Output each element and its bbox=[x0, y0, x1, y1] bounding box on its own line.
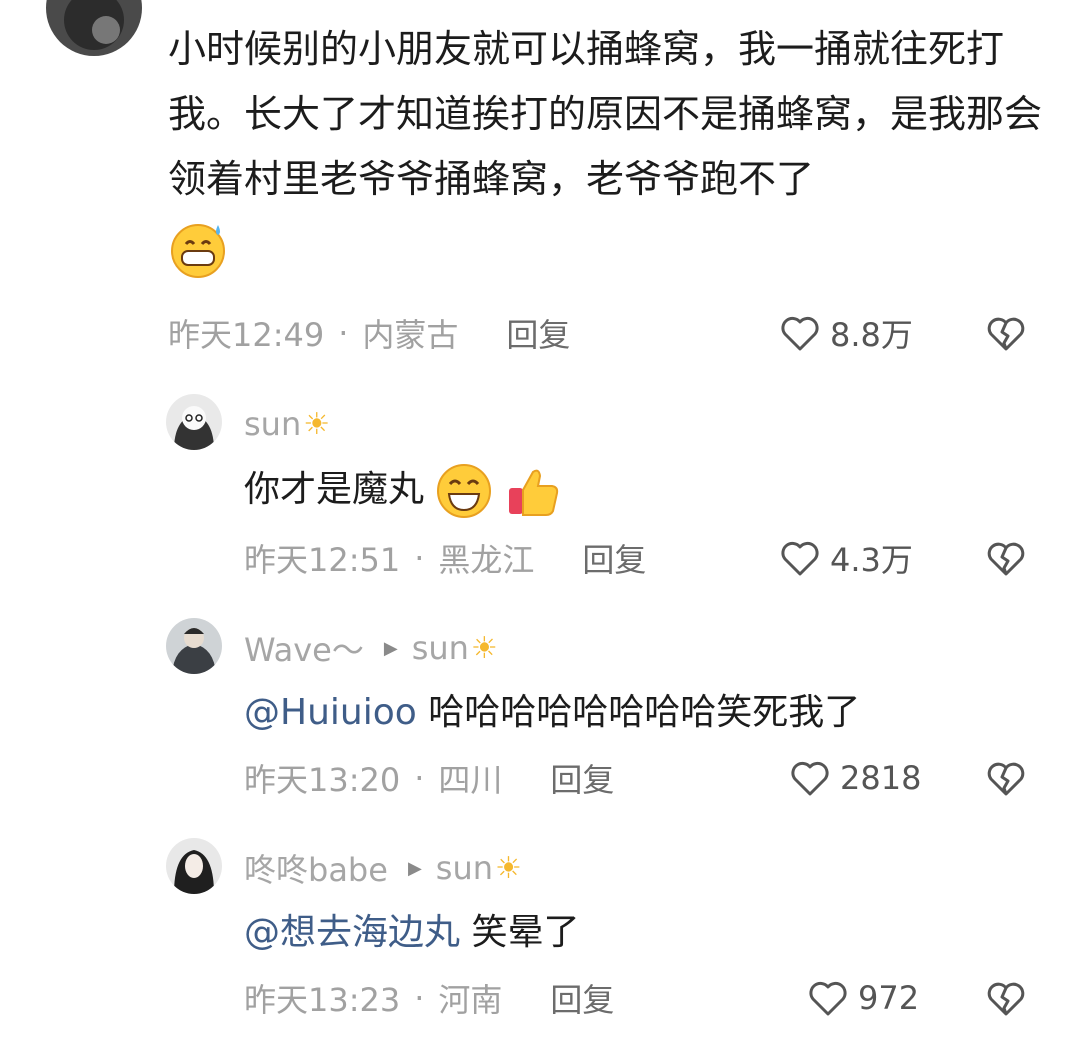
username-label: 咚咚babe bbox=[244, 851, 388, 889]
heart-icon bbox=[781, 541, 819, 576]
reply-location: 黑龙江 bbox=[438, 541, 535, 579]
reply-meta: 昨天13:20 · 四川 回复 bbox=[244, 755, 614, 801]
reply-time: 昨天13:23 bbox=[244, 981, 401, 1019]
like-count: 972 bbox=[858, 979, 920, 1017]
reply-body: 笑晕了 bbox=[471, 912, 580, 953]
heart-icon bbox=[791, 761, 829, 796]
grin-emoji-icon bbox=[435, 462, 493, 520]
broken-heart-icon[interactable] bbox=[985, 758, 1027, 800]
reply-button[interactable]: 回复 bbox=[550, 975, 614, 1021]
reply-to-username: sun bbox=[411, 629, 469, 667]
heart-icon bbox=[781, 316, 819, 351]
broken-heart-icon[interactable] bbox=[985, 313, 1027, 355]
like-button[interactable]: 2818 bbox=[788, 756, 921, 800]
grinning-sweat-emoji-icon bbox=[168, 219, 228, 279]
separator-dot: · bbox=[338, 314, 349, 352]
broken-heart-icon[interactable] bbox=[985, 978, 1027, 1020]
like-count: 2818 bbox=[840, 759, 922, 797]
like-button[interactable]: 4.3万 bbox=[778, 536, 913, 580]
broken-heart-icon[interactable] bbox=[985, 538, 1027, 580]
mention-link[interactable]: @Huiuioo bbox=[244, 692, 417, 733]
mention-link[interactable]: @想去海边丸 bbox=[244, 912, 460, 953]
comment-location: 内蒙古 bbox=[362, 316, 459, 354]
separator-dot: · bbox=[414, 759, 425, 797]
reply-time: 昨天13:20 bbox=[244, 761, 401, 799]
reply-meta: 昨天12:51 · 黑龙江 回复 bbox=[244, 535, 646, 581]
like-count: 8.8万 bbox=[830, 316, 913, 354]
heart-icon bbox=[809, 981, 847, 1016]
reply-text: @想去海边丸 笑晕了 bbox=[244, 908, 579, 958]
avatar[interactable] bbox=[166, 394, 222, 450]
reply-to-username: sun bbox=[435, 849, 494, 887]
separator-dot: · bbox=[414, 979, 425, 1017]
comment-meta: 昨天12:49 · 内蒙古 回复 bbox=[168, 310, 570, 356]
sun-emoji-icon: ☀ bbox=[470, 630, 498, 666]
reply-text: @Huiuioo 哈哈哈哈哈哈哈哈笑死我了 bbox=[244, 688, 860, 738]
reply-button[interactable]: 回复 bbox=[582, 535, 646, 581]
reply-username[interactable]: 咚咚babe ▶ sun ☀ bbox=[244, 848, 522, 889]
reply-button[interactable]: 回复 bbox=[550, 755, 614, 801]
reply-button[interactable]: 回复 bbox=[506, 310, 570, 356]
reply-time: 昨天12:51 bbox=[244, 541, 401, 579]
avatar[interactable] bbox=[46, 0, 142, 56]
reply-username[interactable]: Wave～ ▶ sun ☀ bbox=[244, 628, 498, 669]
like-count: 4.3万 bbox=[830, 541, 913, 579]
thumbs-up-emoji-icon bbox=[505, 462, 563, 520]
reply-arrow-icon: ▶ bbox=[407, 857, 422, 879]
reply-username[interactable]: sun ☀ bbox=[244, 404, 330, 444]
separator-dot: · bbox=[414, 539, 425, 577]
reply-arrow-icon: ▶ bbox=[383, 637, 398, 659]
avatar[interactable] bbox=[166, 838, 222, 894]
like-button[interactable]: 8.8万 bbox=[778, 311, 913, 355]
sun-emoji-icon: ☀ bbox=[303, 406, 331, 442]
avatar[interactable] bbox=[166, 618, 222, 674]
reply-meta: 昨天13:23 · 河南 回复 bbox=[244, 975, 614, 1021]
username-label: Wave～ bbox=[244, 631, 364, 669]
comment-text: 小时候别的小朋友就可以捅蜂窝，我一捅就往死打我。长大了才知道挨打的原因不是捅蜂窝… bbox=[168, 17, 1048, 279]
sun-emoji-icon: ☀ bbox=[495, 850, 522, 886]
comment-time: 昨天12:49 bbox=[168, 316, 325, 354]
like-button[interactable]: 972 bbox=[806, 976, 919, 1020]
reply-location: 四川 bbox=[438, 761, 503, 799]
reply-text: 你才是魔丸 bbox=[244, 462, 563, 520]
username-label: sun bbox=[244, 405, 302, 443]
reply-body: 你才是魔丸 bbox=[244, 469, 425, 510]
reply-location: 河南 bbox=[438, 981, 503, 1019]
reply-body: 哈哈哈哈哈哈哈哈笑死我了 bbox=[428, 692, 861, 733]
comment-body: 小时候别的小朋友就可以捅蜂窝，我一捅就往死打我。长大了才知道挨打的原因不是捅蜂窝… bbox=[168, 27, 1043, 201]
